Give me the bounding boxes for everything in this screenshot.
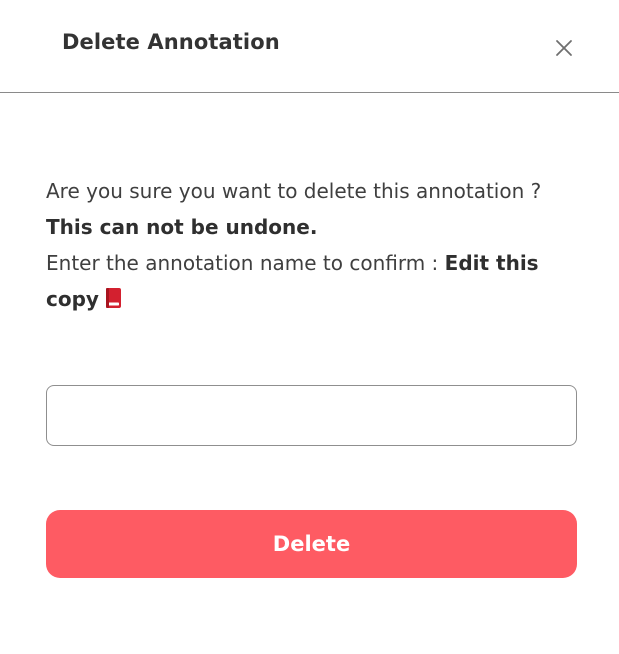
confirmation-message: Are you sure you want to delete this ann…	[46, 173, 576, 317]
dialog-title: Delete Annotation	[62, 30, 280, 54]
delete-button[interactable]: Delete	[46, 510, 577, 578]
delete-annotation-dialog: Delete Annotation Are you sure you want …	[0, 0, 619, 654]
close-icon[interactable]	[553, 37, 575, 59]
dialog-header: Delete Annotation	[0, 0, 619, 93]
annotation-name-input[interactable]	[46, 385, 577, 446]
message-warning: This can not be undone.	[46, 215, 318, 239]
message-question: Are you sure you want to delete this ann…	[46, 179, 542, 203]
red-book-icon	[105, 284, 122, 308]
message-confirm-prompt: Enter the annotation name to confirm :	[46, 251, 439, 275]
